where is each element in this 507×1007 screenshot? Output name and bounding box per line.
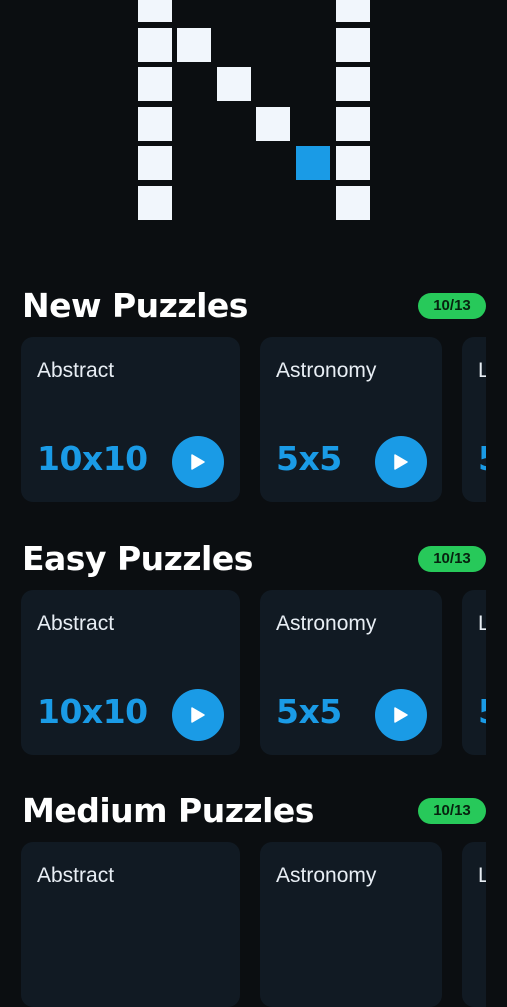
puzzle-card[interactable]: Astronomy	[260, 842, 442, 1007]
progress-badge: 10/13	[418, 293, 486, 319]
logo-pixel	[138, 67, 172, 101]
puzzle-card[interactable]: L 5	[462, 590, 486, 755]
puzzle-category: Abstract	[37, 359, 115, 382]
section-title: Easy Puzzles	[22, 539, 253, 578]
puzzle-category: Astronomy	[276, 359, 377, 382]
logo-pixel	[336, 0, 370, 22]
puzzle-size: 5x5	[276, 439, 342, 478]
logo-pixel	[138, 107, 172, 141]
puzzle-card[interactable]: Astronomy 5x5	[260, 337, 442, 502]
puzzle-size: 10x10	[37, 692, 148, 731]
logo-pixel	[336, 67, 370, 101]
nonogram-n-logo-icon	[0, 0, 507, 230]
puzzle-size: 10x10	[37, 439, 148, 478]
play-button[interactable]	[375, 436, 427, 488]
puzzle-card[interactable]: Astronomy 5x5	[260, 590, 442, 755]
puzzle-card[interactable]: L	[462, 842, 486, 1007]
puzzle-card[interactable]: L 5	[462, 337, 486, 502]
puzzle-category: Abstract	[37, 864, 115, 887]
progress-badge: 10/13	[418, 798, 486, 824]
section-new-puzzles: New Puzzles 10/13 Abstract 10x10 Astrono…	[0, 284, 507, 504]
play-button[interactable]	[172, 436, 224, 488]
puzzle-size: 5	[478, 692, 486, 731]
section-easy-puzzles: Easy Puzzles 10/13 Abstract 10x10 Astron…	[0, 537, 507, 757]
puzzle-card[interactable]: Abstract	[21, 842, 240, 1007]
progress-badge: 10/13	[418, 546, 486, 572]
puzzle-card[interactable]: Abstract 10x10	[21, 337, 240, 502]
puzzle-category: Astronomy	[276, 612, 377, 635]
puzzle-size: 5x5	[276, 692, 342, 731]
puzzle-size: 5	[478, 439, 486, 478]
logo-pixel-accent	[296, 146, 330, 180]
logo-pixel	[336, 186, 370, 220]
play-button[interactable]	[375, 689, 427, 741]
puzzle-card[interactable]: Abstract 10x10	[21, 590, 240, 755]
play-icon	[191, 707, 205, 723]
play-icon	[191, 454, 205, 470]
puzzle-category: L	[478, 612, 486, 635]
logo-pixel	[177, 28, 211, 62]
logo-pixel	[336, 146, 370, 180]
logo-pixel	[217, 67, 251, 101]
play-button[interactable]	[172, 689, 224, 741]
puzzle-carousel[interactable]: Abstract Astronomy L	[21, 842, 486, 1007]
logo-pixel	[138, 146, 172, 180]
play-icon	[394, 454, 408, 470]
logo-pixel	[138, 0, 172, 22]
section-medium-puzzles: Medium Puzzles 10/13 Abstract Astronomy …	[0, 789, 507, 1007]
puzzle-carousel[interactable]: Abstract 10x10 Astronomy 5x5 L 5	[21, 337, 486, 502]
puzzle-category: L	[478, 359, 486, 382]
logo-pixel	[336, 28, 370, 62]
section-title: Medium Puzzles	[22, 791, 314, 830]
section-title: New Puzzles	[22, 286, 248, 325]
logo-pixel	[138, 186, 172, 220]
puzzle-carousel[interactable]: Abstract 10x10 Astronomy 5x5 L 5	[21, 590, 486, 755]
puzzle-category: Abstract	[37, 612, 115, 635]
logo-pixel	[138, 28, 172, 62]
play-icon	[394, 707, 408, 723]
puzzle-category: L	[478, 864, 486, 887]
logo-pixel	[256, 107, 290, 141]
logo-pixel	[336, 107, 370, 141]
puzzle-category: Astronomy	[276, 864, 377, 887]
